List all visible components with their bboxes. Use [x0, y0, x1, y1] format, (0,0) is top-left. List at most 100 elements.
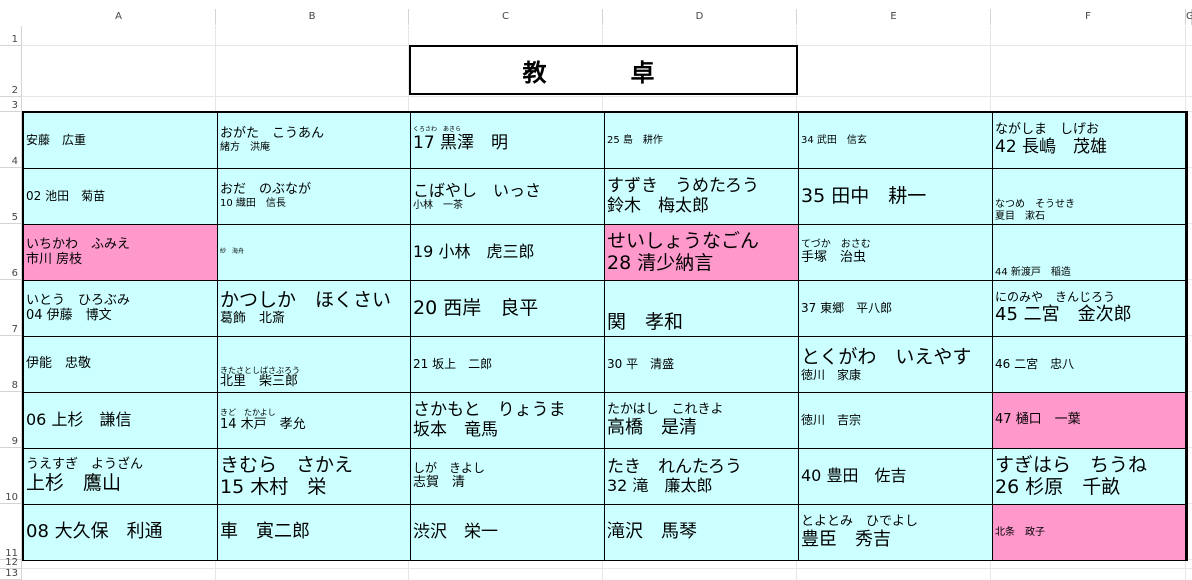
column-header-e[interactable]: E — [797, 9, 991, 25]
seat-cell[interactable]: たき れんたろう 32 滝 廉太郎 — [605, 449, 799, 505]
seat-name: 小林 一茶 — [413, 199, 463, 211]
row-header-8[interactable]: 8 — [0, 336, 22, 392]
seat-name: 32 滝 廉太郎 — [607, 476, 713, 496]
seat-cell[interactable]: きたさとしばさぶろう 北里 柴三郎 — [218, 337, 411, 393]
column-header-c[interactable]: C — [409, 9, 603, 25]
row-header-1[interactable]: 1 — [0, 26, 22, 46]
seat-cell[interactable]: 伊能 忠敬 — [24, 337, 218, 393]
seat-name: 06 上杉 謙信 — [26, 410, 132, 430]
seat-name: 14 木戸 孝允 — [220, 416, 306, 432]
seat-cell[interactable]: 47 樋口 一葉 — [993, 393, 1186, 449]
seat-cell[interactable]: 渋沢 栄一 — [411, 505, 605, 561]
seat-furigana: かつしか ほくさい — [220, 289, 392, 312]
seat-cell[interactable]: ながしま しげお 42 長嶋 茂雄 — [993, 113, 1186, 169]
seat-cell[interactable]: きむら さかえ 15 木村 栄 — [218, 449, 411, 505]
gridline-horizontal — [22, 568, 1192, 569]
seat-furigana: とよとみ ひでよし — [801, 513, 919, 529]
seat-name: 26 杉原 千畝 — [995, 475, 1121, 498]
teacher-desk[interactable]: 教 卓 — [409, 45, 798, 95]
seat-cell[interactable]: すずき うめたろう 鈴木 梅太郎 — [605, 169, 799, 225]
seat-cell[interactable]: しが きよし 志賀 清 — [411, 449, 605, 505]
seat-name: 紗 海舟 — [220, 248, 245, 256]
seat-cell[interactable]: いとう ひろぶみ 04 伊藤 博文 — [24, 281, 218, 337]
seat-name: 35 田中 耕一 — [801, 184, 927, 207]
seat-name: 28 清少納言 — [607, 251, 714, 274]
seat-cell[interactable]: すぎはら ちうね 26 杉原 千畝 — [993, 449, 1186, 505]
seat-cell[interactable]: くろさわ あきら 17 黒澤 明 — [411, 113, 605, 169]
seat-cell[interactable]: かつしか ほくさい 葛飾 北斎 — [218, 281, 411, 337]
seat-cell[interactable]: 34 武田 信玄 — [799, 113, 993, 169]
seat-name: 安藤 広重 — [26, 132, 87, 147]
seat-cell[interactable]: 25 島 耕作 — [605, 113, 799, 169]
column-header-a[interactable]: A — [22, 9, 216, 25]
row-header-7[interactable]: 7 — [0, 280, 22, 336]
seat-cell[interactable]: 35 田中 耕一 — [799, 169, 993, 225]
seat-name: 47 樋口 一葉 — [995, 412, 1081, 428]
row-header-13[interactable]: 13 — [0, 568, 22, 580]
seat-cell[interactable]: 44 新渡戸 稲造 — [993, 225, 1186, 281]
seat-cell[interactable]: きど たかよし 14 木戸 孝允 — [218, 393, 411, 449]
seat-cell[interactable]: たかはし これきよ 高橋 是清 — [605, 393, 799, 449]
column-header-g[interactable]: G — [1186, 9, 1192, 25]
seat-name: 市川 房枝 — [26, 251, 83, 267]
seat-cell[interactable]: 30 平 清盛 — [605, 337, 799, 393]
row-header-10[interactable]: 10 — [0, 448, 22, 504]
seat-cell[interactable]: とよとみ ひでよし 豊臣 秀吉 — [799, 505, 993, 561]
seat-cell[interactable]: 徳川 吉宗 — [799, 393, 993, 449]
seat-furigana: とくがわ いえやす — [801, 345, 972, 368]
seat-cell[interactable]: うえすぎ ようざん 上杉 鷹山 — [24, 449, 218, 505]
seat-cell[interactable]: てづか おさむ 手塚 治虫 — [799, 225, 993, 281]
seat-name: 渋沢 栄一 — [413, 521, 498, 542]
row-header-11[interactable]: 11 — [0, 504, 22, 560]
seat-name: 葛飾 北斎 — [220, 310, 286, 326]
seat-cell[interactable]: おだ のぶなが 10 織田 信長 — [218, 169, 411, 225]
seat-cell[interactable]: 37 東郷 平八郎 — [799, 281, 993, 337]
seat-name: 19 小林 虎三郎 — [413, 242, 535, 262]
seat-cell[interactable]: おがた こうあん 緒方 洪庵 — [218, 113, 411, 169]
seat-cell[interactable]: さかもと りょうま 坂本 竜馬 — [411, 393, 605, 449]
seat-cell[interactable]: せいしょうなごん 28 清少納言 — [605, 225, 799, 281]
seat-cell[interactable]: 46 二宮 忠八 — [993, 337, 1186, 393]
seat-name: 17 黒澤 明 — [413, 133, 509, 154]
seat-cell[interactable]: こばやし いっさ 小林 一茶 — [411, 169, 605, 225]
seat-cell[interactable]: 20 西岸 良平 — [411, 281, 605, 337]
seat-cell[interactable]: 40 豊田 佐吉 — [799, 449, 993, 505]
seat-cell[interactable]: 19 小林 虎三郎 — [411, 225, 605, 281]
seat-cell[interactable]: 関 孝和 — [605, 281, 799, 337]
column-header-b[interactable]: B — [216, 9, 409, 25]
seat-cell[interactable]: にのみや きんじろう 45 二宮 金次郎 — [993, 281, 1186, 337]
seat-name: 高橋 是清 — [607, 416, 697, 438]
seat-furigana: すぎはら ちうね — [995, 453, 1148, 476]
seat-cell[interactable]: とくがわ いえやす 徳川 家康 — [799, 337, 993, 393]
seat-cell[interactable]: 車 寅二郎 — [218, 505, 411, 561]
row-header-4[interactable]: 4 — [0, 112, 22, 168]
seat-name: 40 豊田 佐吉 — [801, 466, 907, 486]
seat-cell[interactable]: 06 上杉 謙信 — [24, 393, 218, 449]
row-header-9[interactable]: 9 — [0, 392, 22, 448]
seat-furigana: しが きよし — [413, 461, 486, 476]
seat-cell[interactable]: 08 大久保 利通 — [24, 505, 218, 561]
seat-name: 20 西岸 良平 — [413, 296, 539, 319]
column-header-d[interactable]: D — [603, 9, 797, 25]
row-header-3[interactable]: 3 — [0, 97, 22, 112]
row-header-6[interactable]: 6 — [0, 224, 22, 280]
row-header-2[interactable]: 2 — [0, 46, 22, 97]
seat-name: 02 池田 菊苗 — [26, 188, 106, 203]
seat-furigana: おがた こうあん — [220, 126, 325, 142]
seat-furigana: せいしょうなごん — [607, 229, 760, 252]
seat-cell[interactable]: いちかわ ふみえ 市川 房枝 — [24, 225, 218, 281]
seat-cell[interactable]: 北条 政子 — [993, 505, 1186, 561]
seat-name: 42 長嶋 茂雄 — [995, 137, 1108, 158]
seat-cell[interactable]: 滝沢 馬琴 — [605, 505, 799, 561]
seat-furigana: なつめ そうせき — [995, 199, 1075, 210]
seat-name: 緒方 洪庵 — [220, 142, 270, 154]
seat-cell[interactable]: 安藤 広重 — [24, 113, 218, 169]
seat-cell[interactable]: なつめ そうせき 夏目 漱石 — [993, 169, 1186, 225]
column-header-f[interactable]: F — [991, 9, 1186, 25]
seat-cell[interactable]: 21 坂上 二郎 — [411, 337, 605, 393]
seat-name: 25 島 耕作 — [607, 134, 663, 146]
row-header-5[interactable]: 5 — [0, 168, 22, 224]
seat-cell[interactable]: 紗 海舟 — [218, 225, 411, 281]
seat-cell[interactable]: 02 池田 菊苗 — [24, 169, 218, 225]
seat-name: 45 二宮 金次郎 — [995, 304, 1132, 326]
